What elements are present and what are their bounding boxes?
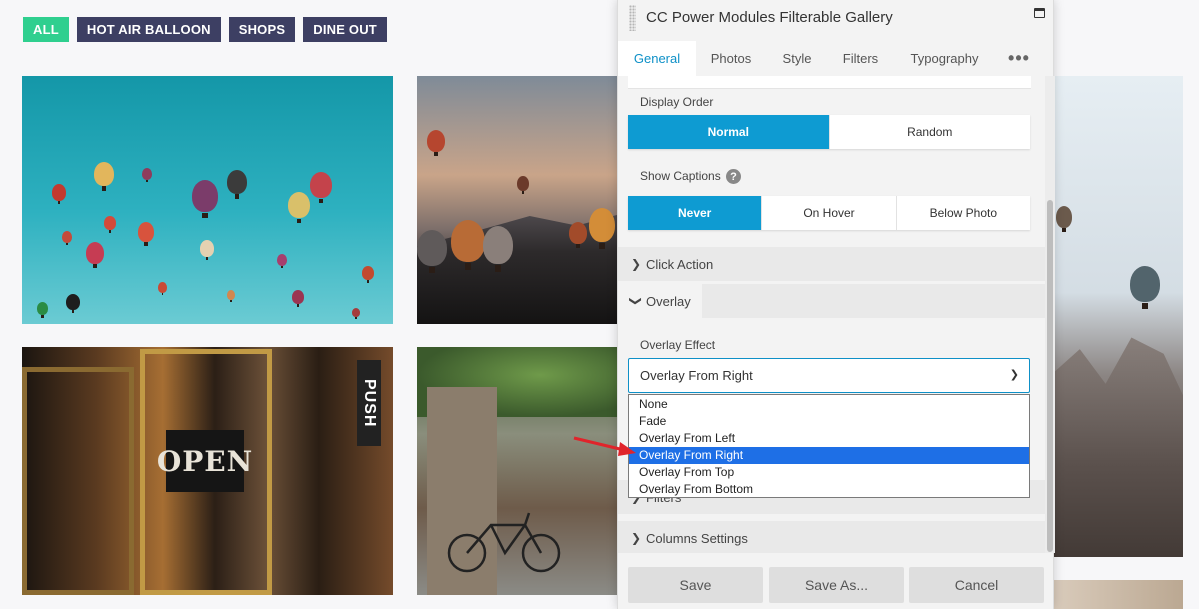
panel-tabs: General Photos Style Filters Typography … xyxy=(618,41,1053,76)
cancel-button[interactable]: Cancel xyxy=(909,567,1044,603)
display-order-normal-button[interactable]: Normal xyxy=(628,115,830,149)
section-title: Overlay xyxy=(646,293,691,309)
tab-typography[interactable]: Typography xyxy=(893,41,996,76)
option-overlay-from-left[interactable]: Overlay From Left xyxy=(629,430,1029,447)
chevron-down-icon: ❯ xyxy=(629,295,643,307)
gallery-photo-street-bicycle[interactable] xyxy=(417,347,622,595)
chevron-right-icon: ❯ xyxy=(630,531,642,545)
open-sign: OPEN xyxy=(157,430,252,492)
option-overlay-from-bottom[interactable]: Overlay From Bottom xyxy=(629,481,1029,498)
gallery-photo-balloons-sky[interactable] xyxy=(22,76,393,324)
option-overlay-from-top[interactable]: Overlay From Top xyxy=(629,464,1029,481)
filter-all-button[interactable]: ALL xyxy=(23,17,69,42)
option-none[interactable]: None xyxy=(629,396,1029,413)
save-as-button[interactable]: Save As... xyxy=(769,567,904,603)
gallery-photo-balloons-valley[interactable] xyxy=(417,76,622,324)
section-overlay[interactable]: ❯ Overlay xyxy=(618,284,702,318)
settings-panel: CC Power Modules Filterable Gallery Gene… xyxy=(617,0,1055,609)
filter-dine-out-button[interactable]: DINE OUT xyxy=(303,17,387,42)
chevron-right-icon: ❯ xyxy=(630,257,642,271)
captions-never-button[interactable]: Never xyxy=(628,196,763,230)
panel-body: Display Order Normal Random Show Caption… xyxy=(618,76,1055,553)
tab-photos[interactable]: Photos xyxy=(696,41,766,76)
section-title: Columns Settings xyxy=(646,530,748,546)
display-order-random-button[interactable]: Random xyxy=(830,115,1031,149)
section-columns-settings[interactable]: ❯ Columns Settings xyxy=(618,521,1045,553)
panel-scrollbar[interactable] xyxy=(1045,76,1055,553)
bicycle-icon xyxy=(447,512,561,573)
overlay-effect-label: Overlay Effect xyxy=(640,338,716,352)
section-title: Click Action xyxy=(646,256,714,272)
captions-on-hover-button[interactable]: On Hover xyxy=(762,196,897,230)
panel-footer: Save Save As... Cancel xyxy=(618,553,1053,609)
filter-hot-air-balloon-button[interactable]: HOT AIR BALLOON xyxy=(76,17,221,42)
tab-general[interactable]: General xyxy=(618,41,696,76)
save-button[interactable]: Save xyxy=(628,567,763,603)
panel-header: CC Power Modules Filterable Gallery xyxy=(618,0,1053,38)
display-order-label: Display Order xyxy=(640,95,714,109)
gallery-photo-bottom-right[interactable] xyxy=(1054,580,1183,609)
scrollbar-thumb[interactable] xyxy=(1047,200,1053,552)
push-sign: PUSH xyxy=(357,360,381,446)
more-tabs-button[interactable]: ••• xyxy=(996,41,1042,76)
minimize-panel-icon[interactable] xyxy=(1034,8,1045,18)
gallery-filters: ALL HOT AIR BALLOON SHOPS DINE OUT xyxy=(23,17,387,42)
previous-section-edge xyxy=(628,76,1031,89)
overlay-effect-dropdown: None Fade Overlay From Left Overlay From… xyxy=(628,394,1030,498)
option-fade[interactable]: Fade xyxy=(629,413,1029,430)
page: ALL HOT AIR BALLOON SHOPS DINE OUT OPEN … xyxy=(0,0,1199,609)
overlay-effect-select[interactable]: Overlay From Right ❯ xyxy=(628,358,1030,393)
overlay-effect-value: Overlay From Right xyxy=(640,368,753,383)
gallery-photo-balloon-rocks[interactable] xyxy=(1054,76,1183,557)
option-overlay-from-right[interactable]: Overlay From Right xyxy=(629,447,1029,464)
captions-below-photo-button[interactable]: Below Photo xyxy=(897,196,1030,230)
section-click-action[interactable]: ❯ Click Action xyxy=(618,247,1045,281)
chevron-down-icon: ❯ xyxy=(1009,369,1019,381)
panel-title: CC Power Modules Filterable Gallery xyxy=(646,9,893,26)
tab-style[interactable]: Style xyxy=(766,41,828,76)
help-icon[interactable]: ? xyxy=(726,169,741,184)
filter-shops-button[interactable]: SHOPS xyxy=(228,17,296,42)
show-captions-label: Show Captions xyxy=(640,169,721,183)
drag-handle-icon[interactable] xyxy=(629,5,636,31)
display-order-toggle: Normal Random xyxy=(628,115,1030,149)
show-captions-toggle: Never On Hover Below Photo xyxy=(628,196,1030,230)
tab-filters[interactable]: Filters xyxy=(828,41,893,76)
